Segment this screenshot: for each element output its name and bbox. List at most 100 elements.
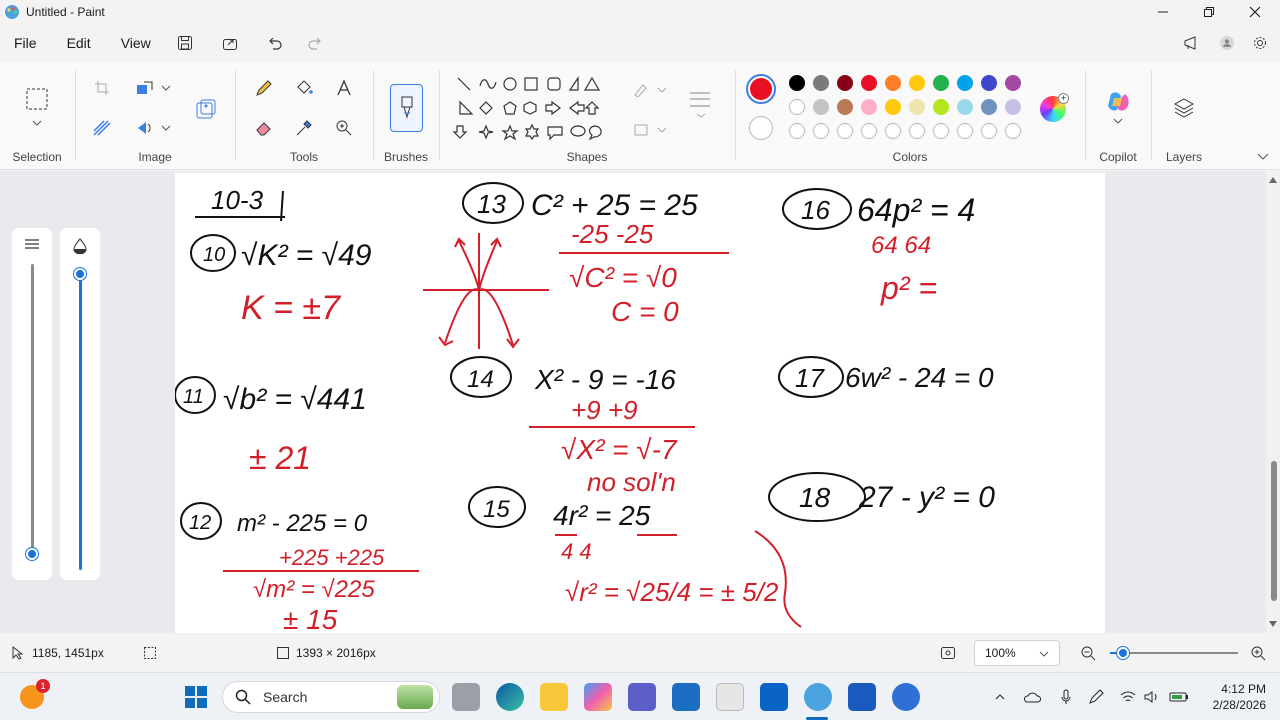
clock[interactable]: 4:12 PM 2/28/2026 (1213, 681, 1266, 713)
zoom-dropdown[interactable]: 100% (974, 640, 1060, 666)
palette-color-swatch[interactable] (885, 75, 901, 91)
resize-dropdown[interactable] (156, 74, 176, 102)
start-button[interactable] (184, 685, 208, 709)
palette-color-swatch[interactable] (861, 75, 877, 91)
select-all-button[interactable] (88, 114, 116, 142)
minimize-button[interactable] (1140, 0, 1186, 24)
palette-color-swatch[interactable] (789, 75, 805, 91)
custom-color-slot[interactable] (861, 123, 877, 139)
palette-color-swatch[interactable] (909, 75, 925, 91)
edge-app[interactable] (496, 683, 524, 711)
vertical-scrollbar[interactable] (1266, 171, 1280, 633)
close-button[interactable] (1232, 0, 1278, 24)
pencil-button[interactable] (250, 74, 278, 102)
collapse-ribbon-button[interactable] (1252, 146, 1274, 168)
palette-color-swatch[interactable] (981, 75, 997, 91)
palette-color-swatch[interactable] (957, 99, 973, 115)
feedback-button[interactable] (1178, 30, 1206, 56)
palette-color-swatch[interactable] (885, 99, 901, 115)
selection-dropdown[interactable] (24, 116, 50, 130)
show-hidden-icons-button[interactable] (990, 673, 1010, 720)
onedrive-button[interactable] (1020, 673, 1044, 720)
redo-button[interactable] (301, 30, 329, 56)
palette-color-swatch[interactable] (813, 75, 829, 91)
eraser-button[interactable] (250, 114, 278, 142)
custom-color-slot[interactable] (813, 123, 829, 139)
zoom-slider-thumb[interactable] (1116, 647, 1129, 659)
battery-button[interactable] (1166, 673, 1192, 720)
palette-color-swatch[interactable] (837, 99, 853, 115)
primary-color-selector[interactable] (746, 74, 776, 104)
share-button[interactable] (216, 30, 244, 56)
palette-color-swatch[interactable] (909, 99, 925, 115)
copilot-app[interactable] (584, 683, 612, 711)
select-rectangle-button[interactable] (22, 84, 52, 114)
custom-color-slot[interactable] (789, 123, 805, 139)
pen-menu-button[interactable] (1084, 673, 1108, 720)
settings-app[interactable] (892, 683, 920, 711)
shapes-gallery[interactable] (452, 74, 622, 150)
resize-button[interactable] (131, 74, 159, 102)
custom-color-slot[interactable] (957, 123, 973, 139)
shape-size-button[interactable] (684, 86, 718, 122)
custom-color-slot[interactable] (885, 123, 901, 139)
copilot-button[interactable] (1104, 88, 1132, 116)
store-app[interactable] (716, 683, 744, 711)
custom-color-slot[interactable] (981, 123, 997, 139)
volume-button[interactable] (1140, 673, 1164, 720)
palette-color-swatch[interactable] (1005, 99, 1021, 115)
palette-color-swatch[interactable] (813, 99, 829, 115)
fit-to-window-button[interactable] (940, 634, 956, 672)
paint-app[interactable] (804, 683, 832, 711)
layers-button[interactable] (1170, 94, 1198, 122)
text-button[interactable] (330, 74, 358, 102)
microphone-button[interactable] (1054, 673, 1078, 720)
edit-colors-button[interactable]: + (1040, 93, 1069, 122)
outlook-app[interactable] (760, 683, 788, 711)
rotate-button[interactable] (131, 114, 159, 142)
scroll-down-icon[interactable] (1269, 621, 1277, 627)
shape-fill-button[interactable] (630, 116, 670, 144)
brushes-button[interactable] (390, 84, 423, 132)
custom-color-slot[interactable] (1005, 123, 1021, 139)
shape-outline-button[interactable] (630, 76, 670, 104)
scrollbar-thumb[interactable] (1271, 461, 1277, 601)
custom-color-slot[interactable] (837, 123, 853, 139)
crop-button[interactable] (88, 74, 116, 102)
brush-size-slider-track[interactable] (31, 264, 34, 556)
palette-color-swatch[interactable] (957, 75, 973, 91)
task-view-button[interactable] (452, 683, 480, 711)
word-app[interactable] (848, 683, 876, 711)
settings-button[interactable] (1246, 30, 1274, 56)
opacity-slider-thumb[interactable] (74, 268, 86, 280)
menu-file[interactable]: File (8, 35, 43, 51)
menu-edit[interactable]: Edit (61, 35, 97, 51)
restore-button[interactable] (1186, 0, 1232, 24)
palette-color-swatch[interactable] (981, 99, 997, 115)
save-button[interactable] (171, 30, 199, 56)
zoom-slider[interactable] (1110, 634, 1238, 672)
palette-color-swatch[interactable] (789, 99, 805, 115)
account-button[interactable] (1213, 30, 1241, 56)
file-explorer-app[interactable] (540, 683, 568, 711)
opacity-slider-track[interactable] (79, 274, 82, 570)
copilot-dropdown[interactable] (1106, 114, 1130, 128)
zoom-out-button[interactable] (1080, 634, 1096, 672)
palette-color-swatch[interactable] (837, 75, 853, 91)
undo-button[interactable] (261, 30, 289, 56)
math-app[interactable] (672, 683, 700, 711)
zoom-in-button[interactable] (1250, 634, 1266, 672)
image-creator-button[interactable] (191, 94, 221, 124)
rotate-dropdown[interactable] (156, 114, 176, 142)
taskbar-search[interactable]: Search (222, 681, 440, 713)
custom-color-slot[interactable] (909, 123, 925, 139)
menu-view[interactable]: View (115, 35, 157, 51)
magnifier-button[interactable] (330, 114, 358, 142)
widgets-button[interactable]: 1 (20, 679, 50, 709)
brush-size-slider-thumb[interactable] (26, 548, 38, 560)
fill-button[interactable] (290, 74, 318, 102)
secondary-color-swatch[interactable] (749, 116, 773, 140)
zoom-slider-track[interactable] (1110, 647, 1238, 659)
palette-color-swatch[interactable] (1005, 75, 1021, 91)
palette-color-swatch[interactable] (933, 99, 949, 115)
